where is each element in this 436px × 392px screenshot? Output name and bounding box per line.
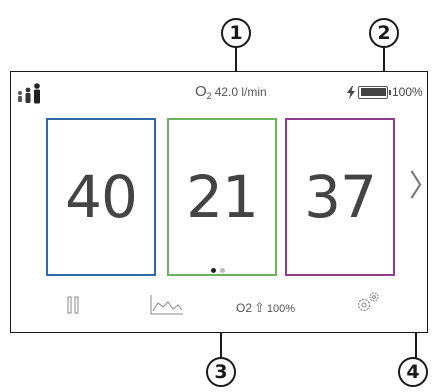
page-indicator (211, 268, 225, 273)
callout-3: 3 (206, 357, 236, 387)
callout-4: 4 (398, 357, 428, 387)
page-dot (220, 268, 225, 273)
tile-value: 40 (65, 163, 138, 231)
o2-subscript: 2 (206, 91, 212, 101)
battery-status: 100% (347, 85, 423, 99)
tile-value: 21 (186, 163, 259, 231)
o2-boost-button[interactable]: O2 ⇧ 100% (236, 300, 295, 316)
o2-symbol: O (195, 83, 207, 100)
device-screen: O2 42.0 l/min 100% 40 21 37 〉 O2 ⇧ 100% (10, 71, 436, 333)
value-tile-1[interactable]: 40 (46, 118, 156, 276)
battery-fill (360, 88, 386, 96)
settings-gears-icon[interactable] (354, 290, 382, 314)
o2-percent: 100% (266, 303, 296, 315)
pause-icon[interactable] (67, 296, 79, 314)
tile-value: 37 (304, 163, 377, 231)
page-dot-active (211, 268, 216, 273)
callout-number: 1 (229, 22, 243, 44)
callout-1: 1 (221, 18, 251, 48)
callout-number: 4 (406, 361, 420, 383)
flow-rate: 42.0 l/min (214, 85, 267, 99)
charging-bolt-icon (347, 85, 355, 99)
up-arrow-icon: ⇧ (254, 300, 265, 315)
value-tile-2[interactable]: 21 (167, 118, 277, 276)
trend-chart-icon[interactable] (149, 294, 185, 316)
value-tile-3[interactable]: 37 (285, 118, 395, 276)
o2-label: O2 (236, 301, 253, 315)
battery-percent: 100% (392, 85, 423, 99)
battery-icon (358, 85, 391, 99)
oxygen-flow-status: O2 42.0 l/min (195, 83, 267, 101)
callout-number: 3 (214, 361, 228, 383)
callout-2: 2 (369, 18, 399, 48)
next-page-chevron-icon[interactable]: 〉 (409, 172, 436, 202)
adult-child-icon[interactable] (14, 82, 44, 106)
callout-number: 2 (377, 22, 391, 44)
